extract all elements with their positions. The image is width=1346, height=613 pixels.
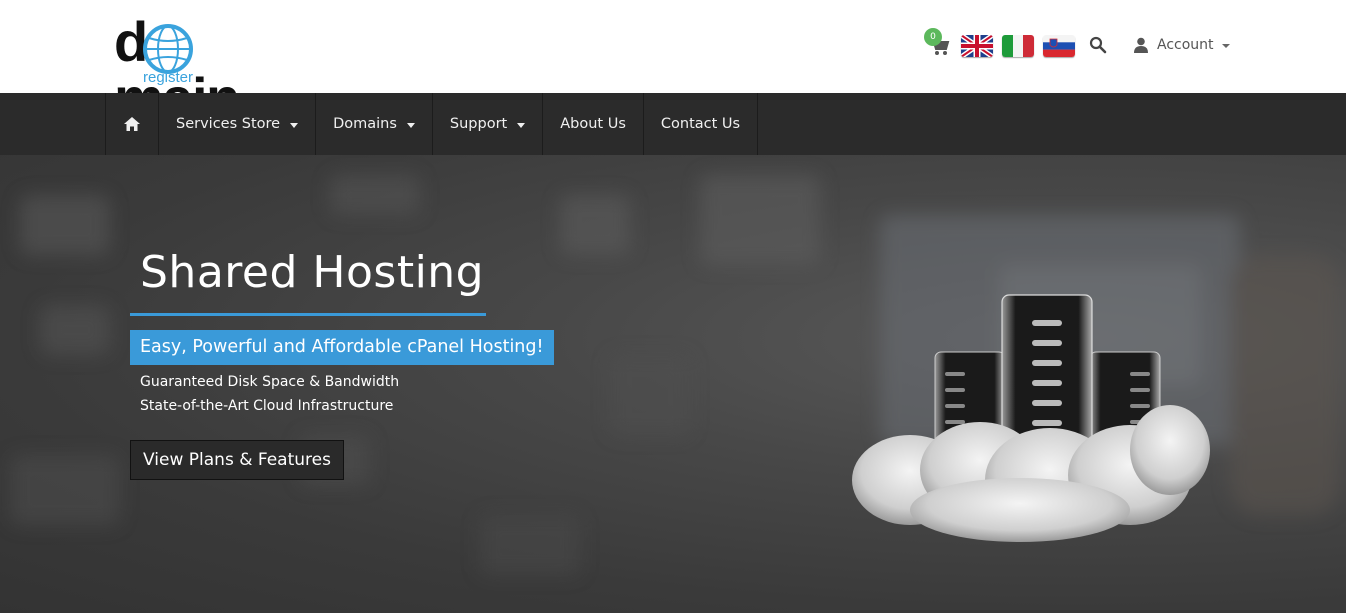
main-navigation: Services Store Domains Support About Us … [0,93,1346,155]
account-menu[interactable]: Account [1134,36,1230,54]
chevron-down-icon [517,122,526,128]
english-flag[interactable] [961,35,993,57]
hero-title: Shared Hosting [140,247,485,298]
site-logo[interactable]: dmain register [114,14,316,126]
hero-feature: Guaranteed Disk Space & Bandwidth [140,374,400,390]
cart-count-badge: 0 [924,28,942,46]
home-icon [124,117,140,131]
nav-support[interactable]: Support [433,93,544,155]
nav-contact-us[interactable]: Contact Us [644,93,759,155]
hero-feature: State-of-the-Art Cloud Infrastructure [140,398,394,414]
nav-services-store[interactable]: Services Store [159,93,317,155]
view-plans-button[interactable]: View Plans & Features [130,440,344,480]
nav-about-us[interactable]: About Us [543,93,644,155]
user-icon [1134,37,1148,53]
account-label: Account [1157,37,1214,53]
site-header: dmain register 0 [0,0,1346,126]
nav-domains[interactable]: Domains [316,93,433,155]
nav-home[interactable] [106,93,159,155]
slovenian-flag[interactable] [1043,35,1075,57]
hero-banner: Shared Hosting Easy, Powerful and Afford… [0,155,1346,613]
server-cloud-illustration [852,294,1210,542]
chevron-down-icon [290,122,299,128]
logo-subtitle: register [143,69,194,86]
chevron-down-icon [1221,44,1230,48]
chevron-down-icon [406,122,415,128]
globe-icon [143,24,193,74]
italian-flag[interactable] [1002,35,1034,57]
title-underline [130,313,486,316]
search-icon[interactable] [1089,36,1107,54]
hero-tagline: Easy, Powerful and Affordable cPanel Hos… [130,330,554,365]
